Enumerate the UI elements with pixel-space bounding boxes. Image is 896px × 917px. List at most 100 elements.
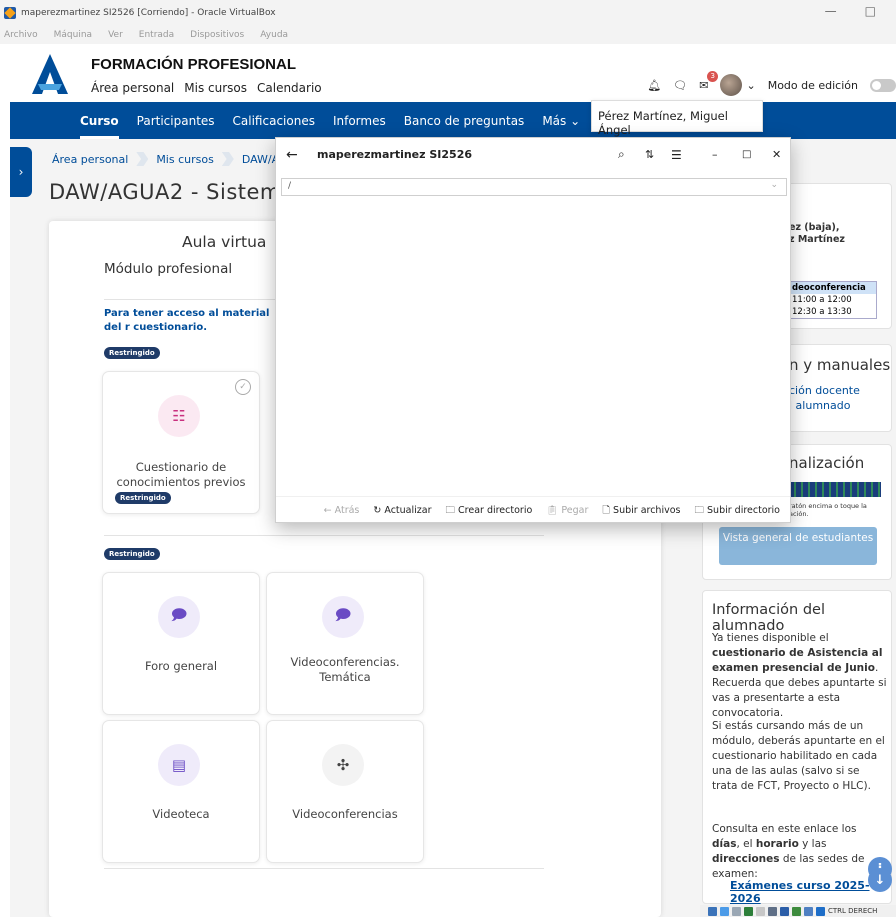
manual-link[interactable]: ción docente [789, 384, 860, 397]
vbox-menubar: Archivo Máquina Ver Entrada Dispositivos… [0, 26, 896, 44]
shared-folder-icon[interactable] [768, 906, 777, 916]
info-alumnado-block: Información del alumnado Ya tienes dispo… [702, 590, 892, 905]
activity-tile-foro-general[interactable]: 🗩 Foro general [102, 572, 260, 715]
activity-tile-videoteca[interactable]: ▤ Videoteca [102, 720, 260, 863]
mail-icon[interactable]: ✉︎ 3 [699, 70, 719, 92]
tab-curso[interactable]: Curso [80, 114, 119, 139]
chevron-down-icon[interactable]: ⌄ [770, 180, 778, 190]
tab-participantes[interactable]: Participantes [137, 114, 215, 128]
breadcrumb-separator-icon [221, 152, 234, 166]
site-logo-icon[interactable] [32, 54, 68, 94]
back-arrow-icon[interactable]: ← [286, 147, 298, 163]
minimize-icon[interactable]: – [712, 148, 718, 161]
info-title: Información del alumnado [712, 602, 825, 634]
tab-informes[interactable]: Informes [333, 114, 386, 128]
upload-directory-button[interactable]: 🗀 Subir directorio [694, 503, 780, 519]
create-directory-button[interactable]: 🗀 Crear directorio [445, 503, 532, 519]
edit-mode-label: Modo de edición [767, 78, 858, 92]
upload-files-button[interactable]: 🗋 Subir archivos [602, 503, 680, 519]
overview-button[interactable]: Vista general de estudiantes [719, 527, 877, 565]
secondary-nav: Curso Participantes Calificaciones Infor… [10, 102, 896, 139]
exam-link[interactable]: Exámenes curso 2025-2026 [730, 879, 891, 905]
site-header: FORMACIÓN PROFESIONAL Área personal Mis … [10, 44, 896, 102]
tab-calificaciones[interactable]: Calificaciones [233, 114, 315, 128]
tile-label: Videoconferencias [292, 807, 398, 821]
dialog-titlebar: ← maperezmartinez SI2526 ⌕ ⇅ ☰ – □ ✕ [276, 138, 790, 171]
nav-calendario[interactable]: Calendario [257, 81, 322, 95]
menu-maquina[interactable]: Máquina [54, 30, 92, 40]
cpu-icon[interactable] [804, 906, 813, 916]
activity-tile-videoconferencias[interactable]: ✣ Videoconferencias [266, 720, 424, 863]
tab-mas[interactable]: Más ⌄ [542, 114, 580, 128]
user-menu-popup[interactable]: Pérez Martínez, Miguel Ángel [591, 100, 763, 137]
site-name[interactable]: FORMACIÓN PROFESIONAL [91, 56, 296, 73]
minimize-icon[interactable]: — [825, 4, 837, 18]
chevron-down-icon[interactable]: ⌄ [746, 79, 755, 92]
vc-table: deoconferencia 11:00 a 12:00 12:30 a 13:… [789, 281, 877, 319]
divider [104, 868, 544, 869]
modulo-title: Módulo profesional [104, 261, 233, 277]
tile-label: Cuestionario de conocimientos previos [116, 460, 246, 489]
usb-icon[interactable] [756, 906, 765, 916]
activity-tile-quiz[interactable]: ✓ ☷ Cuestionario de conocimientos previo… [102, 371, 260, 514]
back-button[interactable]: ← Atrás [324, 505, 360, 516]
search-icon[interactable]: ⌕ [618, 147, 625, 162]
breadcrumb-mis-cursos[interactable]: Mis cursos [156, 153, 214, 166]
close-icon[interactable]: ✕ [772, 148, 781, 161]
network-icon[interactable] [744, 906, 753, 916]
manuales-title: n y manuales [789, 356, 891, 374]
divider [104, 299, 280, 300]
open-drawer-button[interactable]: › [10, 147, 32, 197]
primary-nav: Área personal Mis cursos Calendario [91, 81, 322, 95]
virtualbox-icon [4, 7, 16, 19]
manual-link[interactable]: l alumnado [789, 399, 850, 412]
refresh-button[interactable]: ↻ Actualizar [373, 505, 431, 516]
menu-dispositivos[interactable]: Dispositivos [190, 30, 244, 40]
disk-icon[interactable] [708, 906, 717, 916]
avatar[interactable] [720, 74, 743, 96]
edit-mode-toggle[interactable] [870, 78, 896, 92]
maximize-icon[interactable]: □ [865, 4, 876, 18]
file-manager-dialog: ← maperezmartinez SI2526 ⌕ ⇅ ☰ – □ ✕ / ⌄… [275, 137, 791, 523]
forum-icon: 🗩 [158, 596, 200, 638]
dialog-title: maperezmartinez SI2526 [317, 148, 472, 161]
nav-area-personal[interactable]: Área personal [91, 81, 174, 95]
tile-label: Foro general [144, 659, 218, 673]
tab-banco-preguntas[interactable]: Banco de preguntas [404, 114, 525, 128]
optical-icon[interactable] [720, 906, 729, 916]
nav-mis-cursos[interactable]: Mis cursos [184, 81, 247, 95]
completion-check-icon[interactable]: ✓ [235, 379, 251, 395]
list-view-icon[interactable]: ☰ [671, 148, 682, 162]
breadcrumb-area-personal[interactable]: Área personal [52, 153, 128, 166]
activity-tile-videoconferencias-tematica[interactable]: 🗩 Videoconferencias. Temática [266, 572, 424, 715]
info-paragraph: Ya tienes disponible el cuestionario de … [712, 631, 888, 721]
info-text-run: cuestionario de Asistencia al examen pre… [712, 647, 883, 674]
menu-entrada[interactable]: Entrada [139, 30, 174, 40]
chat-icon[interactable]: 🗨︎ [673, 79, 687, 92]
tile-label: Videoconferencias. Temática [290, 655, 400, 684]
puzzle-icon: ✣ [322, 744, 364, 786]
sort-icon[interactable]: ⇅ [645, 148, 654, 161]
mouse-integration-icon[interactable] [816, 906, 825, 916]
info-text-run: horario [755, 838, 799, 850]
host-key-label: CTRL DERECH [828, 907, 878, 915]
recording-icon[interactable] [792, 906, 801, 916]
maximize-icon[interactable]: □ [742, 149, 751, 160]
info-paragraph: Consulta en este enlace los días, el hor… [712, 822, 880, 882]
progress-bar-chart[interactable] [789, 482, 881, 497]
menu-ayuda[interactable]: Ayuda [260, 30, 288, 40]
tile-label: Videoteca [152, 807, 210, 821]
menu-ver[interactable]: Ver [108, 30, 123, 40]
bell-icon[interactable]: 🔔︎ [647, 79, 661, 92]
restricted-badge: Restringido [104, 347, 160, 359]
scroll-down-icon[interactable]: ↓ [868, 868, 892, 892]
page-title: DAW/AGUA2 - Sistema [49, 180, 295, 204]
quiz-icon: ☷ [158, 395, 200, 437]
audio-icon[interactable] [732, 906, 741, 916]
menu-archivo[interactable]: Archivo [4, 30, 38, 40]
restricted-badge: Restringido [104, 548, 160, 560]
path-field[interactable]: / ⌄ [281, 178, 787, 196]
paste-button[interactable]: 📋︎ Pegar [546, 505, 588, 516]
notif-badge: 3 [707, 70, 719, 82]
display-icon[interactable] [780, 906, 789, 916]
